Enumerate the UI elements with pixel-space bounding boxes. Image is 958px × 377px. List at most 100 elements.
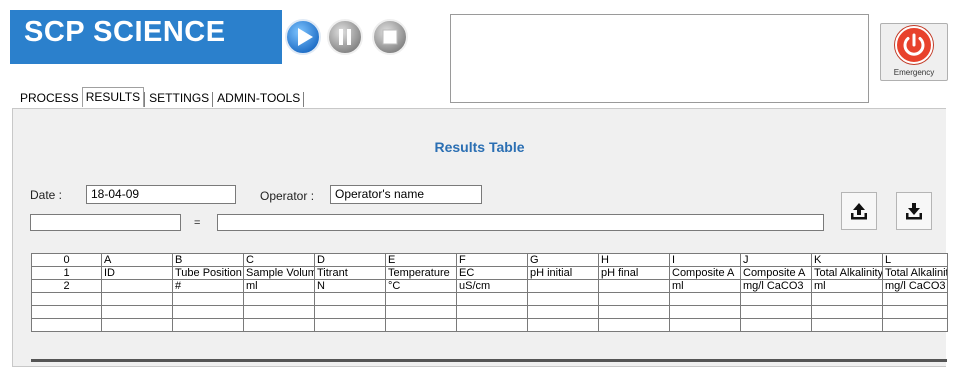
- grid-cell[interactable]: [882, 292, 948, 306]
- tab-admin-tools[interactable]: ADMIN-TOOLS: [214, 90, 303, 108]
- grid-cell[interactable]: ml: [811, 279, 883, 293]
- grid-cell[interactable]: [740, 318, 812, 332]
- grid-cell[interactable]: [101, 292, 173, 306]
- grid-cell[interactable]: [527, 292, 599, 306]
- column-header[interactable]: 0: [31, 253, 102, 267]
- grid-cell[interactable]: Total Alkalinity: [882, 266, 948, 280]
- grid-cell[interactable]: Tube Position: [172, 266, 244, 280]
- grid-cell[interactable]: N: [314, 279, 386, 293]
- download-button[interactable]: [896, 192, 932, 230]
- grid-cell[interactable]: [527, 318, 599, 332]
- grid-cell[interactable]: [669, 292, 741, 306]
- grid-cell[interactable]: Titrant: [314, 266, 386, 280]
- power-icon: [895, 26, 933, 64]
- grid-cell[interactable]: Composite A: [669, 266, 741, 280]
- tab-separator: [303, 92, 306, 107]
- grid-cell[interactable]: [669, 305, 741, 319]
- date-field[interactable]: 18-04-09: [86, 185, 236, 204]
- grid-cell[interactable]: [314, 305, 386, 319]
- grid-cell[interactable]: mg/l CaCO3: [740, 279, 812, 293]
- tab-process[interactable]: PROCESS: [17, 90, 82, 108]
- grid-cell[interactable]: [101, 318, 173, 332]
- row-header[interactable]: [31, 305, 102, 319]
- row-header[interactable]: 1: [31, 266, 102, 280]
- grid-cell[interactable]: [243, 292, 315, 306]
- tab-bar: PROCESS RESULTS SETTINGS ADMIN-TOOLS: [17, 87, 306, 108]
- play-button[interactable]: [284, 18, 322, 56]
- grid-cell[interactable]: [811, 292, 883, 306]
- row-header[interactable]: [31, 318, 102, 332]
- table-row: 1 ID Tube Position Sample Volume Titrant…: [31, 266, 948, 280]
- grid-cell[interactable]: [527, 279, 599, 293]
- grid-cell[interactable]: [385, 292, 457, 306]
- grid-cell[interactable]: EC: [456, 266, 528, 280]
- grid-cell[interactable]: [740, 305, 812, 319]
- grid-cell[interactable]: [385, 318, 457, 332]
- grid-cell[interactable]: [598, 305, 670, 319]
- grid-cell[interactable]: [456, 305, 528, 319]
- grid-cell[interactable]: uS/cm: [456, 279, 528, 293]
- play-icon: [285, 19, 321, 55]
- grid-cell[interactable]: [243, 305, 315, 319]
- grid-cell[interactable]: [882, 305, 948, 319]
- grid-cell[interactable]: Sample Volume: [243, 266, 315, 280]
- emergency-button[interactable]: Emergency: [880, 23, 948, 81]
- column-header[interactable]: D: [314, 253, 386, 267]
- grid-cell[interactable]: [456, 318, 528, 332]
- grid-cell[interactable]: [456, 292, 528, 306]
- grid-cell[interactable]: [598, 279, 670, 293]
- upload-button[interactable]: [841, 192, 877, 230]
- grid-cell[interactable]: [882, 318, 948, 332]
- grid-cell[interactable]: mg/l CaCO3: [882, 279, 948, 293]
- column-header[interactable]: C: [243, 253, 315, 267]
- grid-cell[interactable]: [740, 292, 812, 306]
- formula-cell-ref-input[interactable]: [30, 214, 181, 231]
- grid-cell[interactable]: [811, 318, 883, 332]
- grid-cell[interactable]: [101, 305, 173, 319]
- download-icon: [906, 203, 922, 220]
- formula-input[interactable]: [217, 214, 824, 231]
- grid-cell[interactable]: [669, 318, 741, 332]
- column-header[interactable]: F: [456, 253, 528, 267]
- grid-cell[interactable]: [243, 318, 315, 332]
- grid-cell[interactable]: [101, 279, 173, 293]
- column-header[interactable]: L: [882, 253, 948, 267]
- grid-cell[interactable]: [527, 305, 599, 319]
- tab-settings[interactable]: SETTINGS: [146, 90, 212, 108]
- pause-button[interactable]: [326, 18, 364, 56]
- grid-cell[interactable]: Temperature: [385, 266, 457, 280]
- grid-cell[interactable]: Total Alkalinity: [811, 266, 883, 280]
- grid-cell[interactable]: ml: [243, 279, 315, 293]
- column-header[interactable]: G: [527, 253, 599, 267]
- grid-cell[interactable]: pH final: [598, 266, 670, 280]
- grid-cell[interactable]: [172, 318, 244, 332]
- grid-cell[interactable]: [598, 318, 670, 332]
- grid-cell[interactable]: °C: [385, 279, 457, 293]
- column-header[interactable]: I: [669, 253, 741, 267]
- tab-results[interactable]: RESULTS: [81, 87, 145, 107]
- column-header[interactable]: K: [811, 253, 883, 267]
- stop-button[interactable]: [371, 18, 409, 56]
- column-header[interactable]: H: [598, 253, 670, 267]
- column-header[interactable]: J: [740, 253, 812, 267]
- operator-field[interactable]: Operator's name: [330, 185, 482, 204]
- grid-cell[interactable]: ID: [101, 266, 173, 280]
- grid-cell[interactable]: [385, 305, 457, 319]
- grid-cell[interactable]: Composite A: [740, 266, 812, 280]
- grid-cell[interactable]: ml: [669, 279, 741, 293]
- grid-cell[interactable]: [811, 305, 883, 319]
- row-header[interactable]: [31, 292, 102, 306]
- column-header[interactable]: E: [385, 253, 457, 267]
- column-header[interactable]: A: [101, 253, 173, 267]
- grid-cell[interactable]: #: [172, 279, 244, 293]
- column-header[interactable]: B: [172, 253, 244, 267]
- row-header[interactable]: 2: [31, 279, 102, 293]
- grid-cell[interactable]: pH initial: [527, 266, 599, 280]
- grid-cell[interactable]: [314, 292, 386, 306]
- grid-cell[interactable]: [314, 318, 386, 332]
- grid-scroll-edge: [31, 359, 947, 362]
- grid-cell[interactable]: [172, 292, 244, 306]
- table-row: [31, 305, 948, 319]
- grid-cell[interactable]: [598, 292, 670, 306]
- grid-cell[interactable]: [172, 305, 244, 319]
